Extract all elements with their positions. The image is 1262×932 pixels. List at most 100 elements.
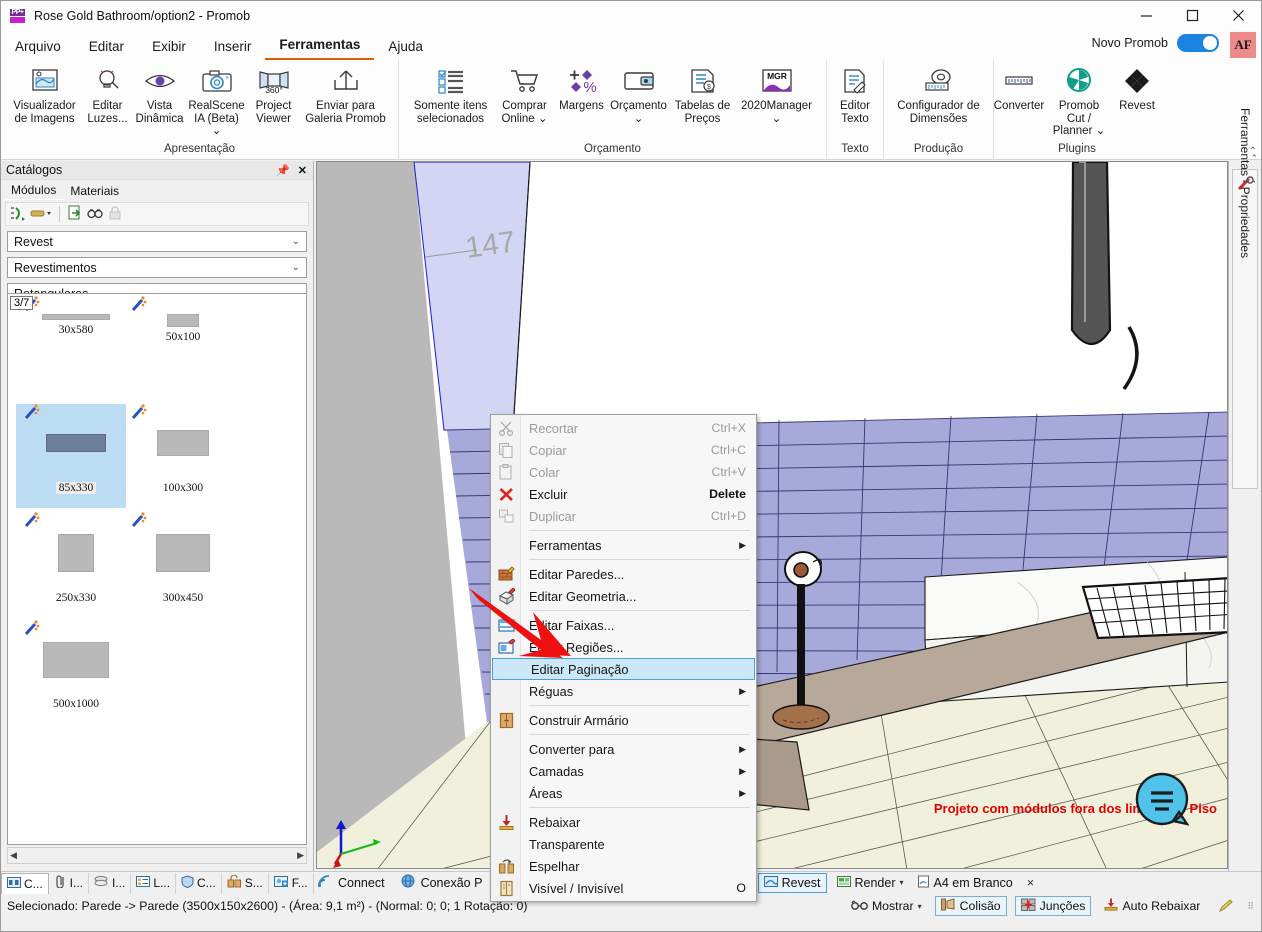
tab-materiais[interactable]: Materiais bbox=[64, 183, 127, 200]
price-table-icon: $ bbox=[688, 64, 718, 98]
render-tab-revest[interactable]: Revest bbox=[757, 872, 827, 893]
ribbon-btn-somente-itens-selecionados[interactable]: Somente itens selecionados bbox=[408, 62, 494, 125]
catalog-tab-icon bbox=[7, 876, 21, 892]
combo-revest[interactable]: Revest ⌄ bbox=[7, 231, 307, 252]
menu-item-reguas[interactable]: Réguas ▶ bbox=[491, 680, 756, 702]
menu-item-editar-paredes[interactable]: Editar Paredes... bbox=[491, 563, 756, 585]
menu-item-camadas[interactable]: Camadas ▶ bbox=[491, 760, 756, 782]
menu-item-recortar[interactable]: Recortar Ctrl+X bbox=[491, 417, 756, 439]
ribbon-btn-enviar-galeria-promob[interactable]: Enviar para Galeria Promob bbox=[300, 62, 392, 125]
novo-promob-toggle[interactable] bbox=[1177, 34, 1219, 52]
menu-item-label: Rebaixar bbox=[529, 814, 581, 830]
3d-viewport[interactable]: 147 Projeto com módulos fora dos limites… bbox=[316, 161, 1228, 869]
ribbon-btn-margens[interactable]: % Margens bbox=[556, 62, 608, 113]
gallery-item[interactable]: 300x450 bbox=[123, 512, 243, 604]
close-render-tab-icon[interactable]: × bbox=[1027, 876, 1034, 890]
menu-item-visivel-invisivel[interactable]: Visível / Invisível O bbox=[491, 877, 756, 899]
menu-item-editar-geometria[interactable]: Editar Geometria... bbox=[491, 585, 756, 607]
menu-item-editar-faixas[interactable]: Editar Faixas... bbox=[491, 614, 756, 636]
menu-item-transparente[interactable]: Transparente bbox=[491, 833, 756, 855]
ferramentas-propriedades-tab[interactable]: Ferramentas - Propriedades bbox=[1232, 108, 1258, 489]
connect-label[interactable]: Connect bbox=[338, 876, 385, 890]
tab-modulos[interactable]: Módulos bbox=[5, 182, 65, 200]
menu-item-espelhar[interactable]: Espelhar bbox=[491, 855, 756, 877]
menu-item-areas[interactable]: Áreas ▶ bbox=[491, 782, 756, 804]
avatar[interactable]: AF bbox=[1230, 32, 1256, 58]
menu-ajuda[interactable]: Ajuda bbox=[374, 35, 437, 60]
close-icon[interactable]: ✕ bbox=[298, 164, 307, 177]
scissors-icon bbox=[498, 420, 515, 437]
combo-revestimentos[interactable]: Revestimentos ⌄ bbox=[7, 257, 307, 278]
ribbon-btn-visualizador-de-imagens[interactable]: Visualizador de Imagens bbox=[8, 62, 82, 125]
menu-ferramentas[interactable]: Ferramentas bbox=[265, 33, 375, 60]
maximize-icon[interactable] bbox=[1169, 1, 1215, 30]
gallery-item[interactable]: 250x330 bbox=[16, 512, 136, 604]
pencil-icon[interactable] bbox=[1213, 898, 1239, 914]
ribbon-btn-orcamento[interactable]: Orçamento ⌄ bbox=[608, 62, 670, 125]
export-icon[interactable] bbox=[67, 205, 83, 224]
ribbon-btn-vista-dinamica[interactable]: Vista Dinâmica bbox=[134, 62, 186, 125]
gallery-item[interactable]: 30x580 bbox=[16, 296, 136, 336]
menu-item-editar-regioes[interactable]: Editar Regiões... bbox=[491, 636, 756, 658]
menu-item-duplicar[interactable]: Duplicar Ctrl+D bbox=[491, 505, 756, 527]
menu-inserir[interactable]: Inserir bbox=[200, 35, 266, 60]
close-icon[interactable] bbox=[1215, 1, 1261, 30]
render-tab-render[interactable]: Render ▾ bbox=[834, 874, 907, 892]
color-bar-dropdown-icon[interactable] bbox=[30, 205, 52, 224]
menu-exibir[interactable]: Exibir bbox=[138, 35, 200, 60]
bottom-tab-2[interactable]: I... bbox=[49, 872, 90, 894]
scroll-left-arrow[interactable]: ◀ bbox=[10, 850, 17, 861]
menu-editar[interactable]: Editar bbox=[75, 35, 138, 60]
menu-item-excluir[interactable]: Excluir Delete bbox=[491, 483, 756, 505]
ribbon-btn-editar-luzes[interactable]: Editar Luzes... bbox=[82, 62, 134, 125]
ribbon-btn-converter[interactable]: Converter bbox=[991, 62, 1047, 113]
scroll-right-arrow[interactable]: ▶ bbox=[297, 850, 304, 861]
resize-grip[interactable]: ⠿ bbox=[1247, 901, 1255, 912]
bottom-tab-7[interactable]: F... bbox=[269, 872, 314, 894]
bottom-tab-3[interactable]: I... bbox=[89, 872, 132, 894]
gallery-item[interactable]: 50x100 bbox=[123, 296, 243, 343]
chevron-down-icon: ⌄ bbox=[291, 262, 300, 273]
menu-item-ferramentas[interactable]: Ferramentas ▶ bbox=[491, 534, 756, 556]
render-tab-a4-em-branco[interactable]: A4 em Branco bbox=[914, 874, 1016, 892]
minimize-icon[interactable] bbox=[1123, 1, 1169, 30]
status-colisao[interactable]: Colisão bbox=[934, 896, 1007, 916]
ribbon-btn-tabelas-de-precos[interactable]: $ Tabelas de Preços bbox=[670, 62, 736, 125]
status-mostrar[interactable]: Mostrar ▾ bbox=[846, 898, 927, 915]
gallery-item[interactable]: 500x1000 bbox=[16, 620, 136, 710]
catalogos-toolbar bbox=[5, 202, 309, 226]
menu-item-copiar[interactable]: Copiar Ctrl+C bbox=[491, 439, 756, 461]
menu-bar: Arquivo Editar Exibir Inserir Ferramenta… bbox=[1, 30, 1261, 60]
bottom-tab-4[interactable]: L... bbox=[131, 872, 177, 894]
rss-connect-icon bbox=[317, 874, 332, 891]
bottom-tab-6[interactable]: S... bbox=[222, 872, 269, 894]
menu-item-editar-paginacao[interactable]: Editar Paginação bbox=[492, 658, 755, 680]
ribbon-btn-realscene-ia[interactable]: RealScene IA (Beta) ⌄ bbox=[186, 62, 248, 138]
ribbon-btn-project-viewer[interactable]: 360° Project Viewer bbox=[248, 62, 300, 125]
menu-item-construir-armario[interactable]: Construir Armário bbox=[491, 709, 756, 731]
context-menu: Recortar Ctrl+X Copiar Ctrl+C Colar Ctrl… bbox=[490, 414, 757, 902]
gallery-horizontal-scrollbar[interactable]: ◀ ▶ bbox=[7, 847, 307, 864]
menu-arquivo[interactable]: Arquivo bbox=[1, 35, 75, 60]
ribbon-btn-revest[interactable]: Revest bbox=[1111, 62, 1163, 113]
pin-icon[interactable]: 📌 bbox=[276, 164, 290, 177]
bottom-tab-catalogos[interactable]: C... bbox=[1, 872, 49, 894]
notes-bubble-icon[interactable] bbox=[1135, 772, 1190, 826]
gallery-item-selected[interactable]: 85x330 bbox=[16, 404, 136, 508]
gallery-item[interactable]: 100x300 bbox=[123, 404, 243, 494]
menu-item-colar[interactable]: Colar Ctrl+V bbox=[491, 461, 756, 483]
ribbon-btn-comprar-online[interactable]: Comprar Online ⌄ bbox=[494, 62, 556, 125]
status-auto-rebaixar[interactable]: Auto Rebaixar bbox=[1099, 897, 1205, 915]
catalog-tree-icon[interactable] bbox=[10, 205, 26, 224]
status-juncoes[interactable]: Junções bbox=[1014, 896, 1092, 916]
menu-item-converter-para[interactable]: Converter para ▶ bbox=[491, 738, 756, 760]
page-icon bbox=[917, 875, 930, 891]
ribbon-btn-configurador-de-dimensoes[interactable]: Configurador de Dimensões bbox=[888, 62, 990, 125]
conexao-p-label[interactable]: Conexão P bbox=[421, 876, 483, 890]
ribbon-btn-promob-cut-planner[interactable]: Promob Cut / Planner ⌄ bbox=[1047, 62, 1111, 138]
binoculars-search-icon[interactable] bbox=[87, 205, 103, 224]
ribbon-btn-2020manager[interactable]: MGR 2020Manager ⌄ bbox=[736, 62, 818, 125]
bottom-tab-5[interactable]: C... bbox=[176, 872, 222, 894]
ribbon-btn-editor-texto[interactable]: Editor Texto bbox=[829, 62, 881, 125]
menu-item-rebaixar[interactable]: Rebaixar bbox=[491, 811, 756, 833]
